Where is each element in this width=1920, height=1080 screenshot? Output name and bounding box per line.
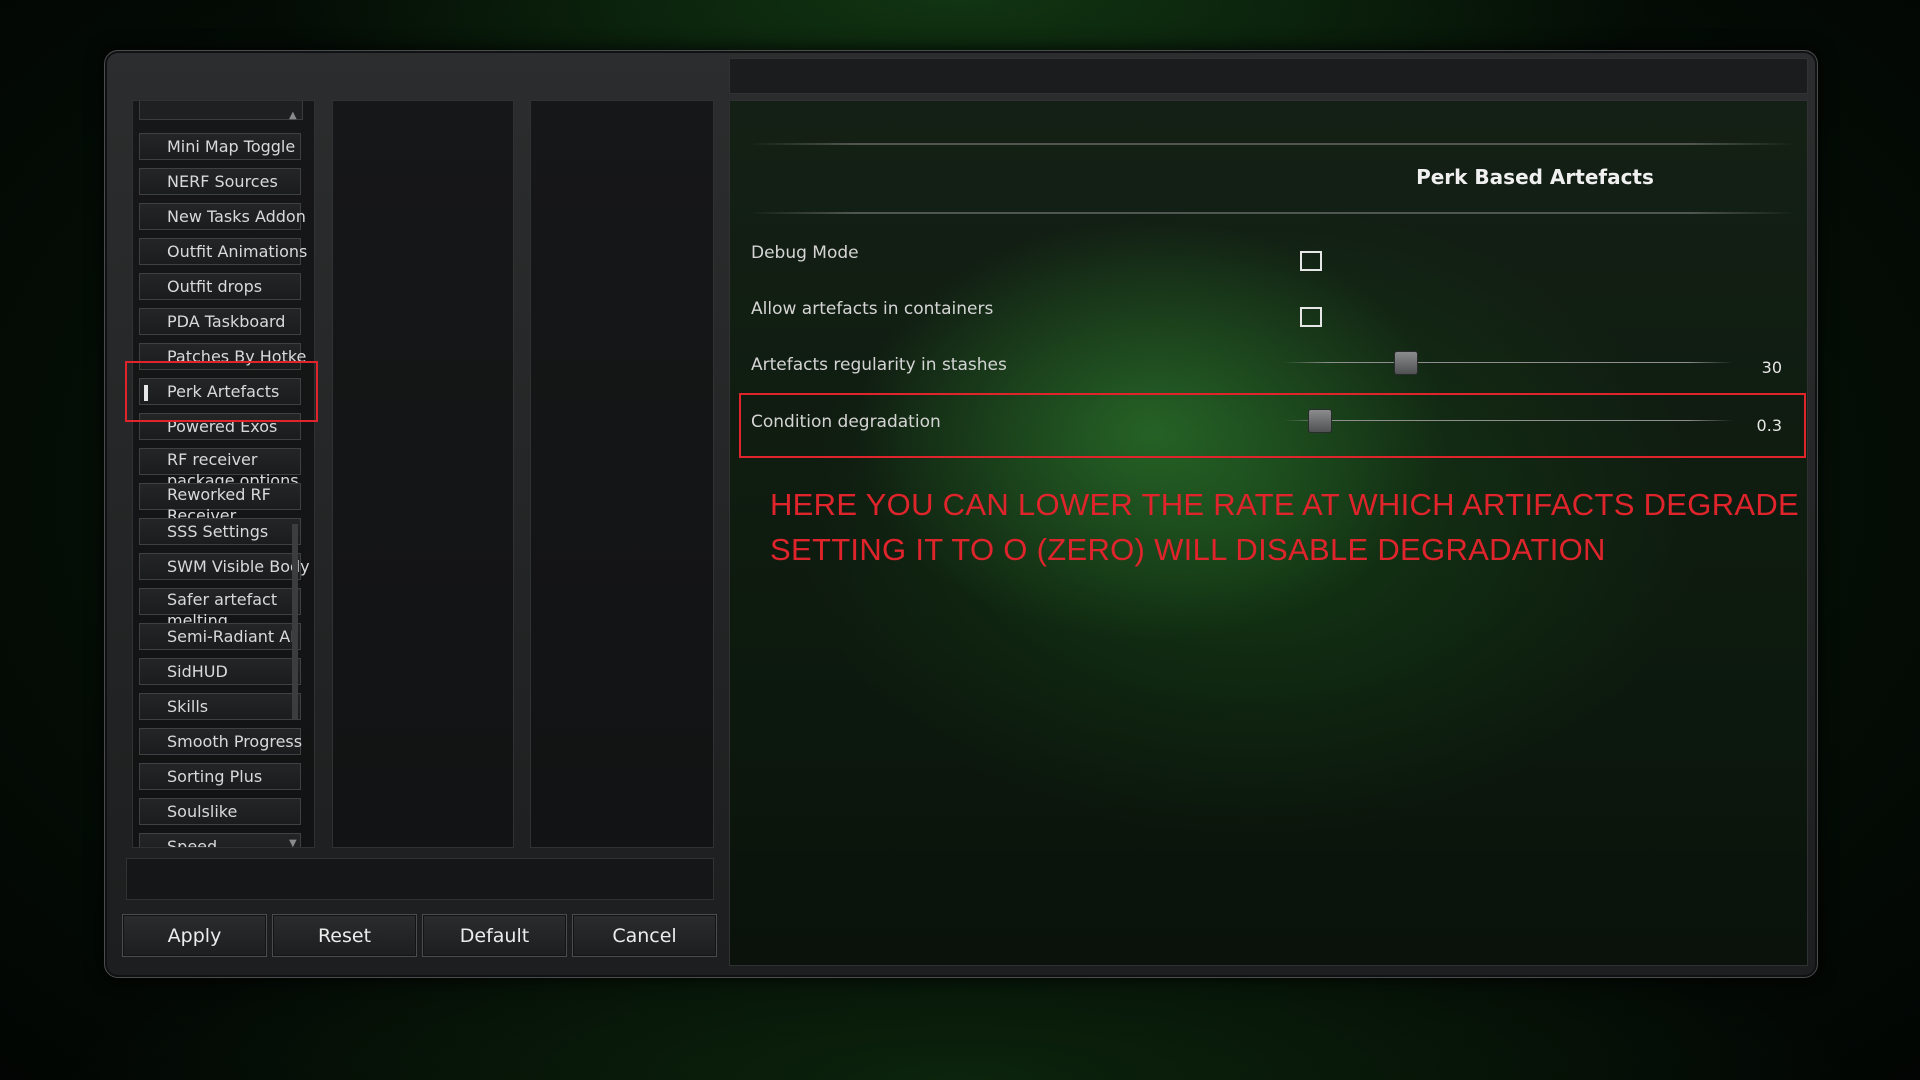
list-item-label: SWM Visible Body <box>167 557 310 576</box>
mod-item-new-tasks-addon[interactable]: New Tasks Addon <box>139 203 306 230</box>
mod-item-skills[interactable]: Skills <box>139 693 301 720</box>
regularity-slider-handle[interactable] <box>1393 351 1418 375</box>
list-item-label: SSS Settings <box>167 522 269 541</box>
cancel-button[interactable]: Cancel <box>572 914 717 957</box>
default-button[interactable]: Default <box>422 914 567 957</box>
annotation-line-1: HERE YOU CAN LOWER THE RATE AT WHICH ART… <box>770 487 1800 522</box>
debug-mode-label: Debug Mode <box>751 243 859 263</box>
list-item-label: New Tasks Addon <box>167 207 306 226</box>
list-item-label: Sorting Plus <box>167 767 263 786</box>
mod-item-safer-artefact-melting[interactable]: Safer artefact melting <box>139 588 301 630</box>
mod-item-nerf-sources[interactable]: NERF Sources <box>139 168 301 195</box>
mod-item-outfit-drops[interactable]: Outfit drops <box>139 273 301 300</box>
list-item-label: PDA Taskboard <box>167 312 286 331</box>
scroll-down-icon[interactable]: ▼ <box>289 838 297 849</box>
description-bar <box>126 858 714 900</box>
mod-list[interactable]: Mini Map Toggle NERF Sources New Tasks A… <box>132 100 315 848</box>
list-item-label: Mini Map Toggle <box>167 137 296 156</box>
debug-mode-checkbox[interactable] <box>1300 251 1322 271</box>
list-item-label: NERF Sources <box>167 172 278 191</box>
mod-item-outfit-animations[interactable]: Outfit Animations <box>139 238 307 265</box>
list-item-label: Soulslike <box>167 802 238 821</box>
mod-item-reworked-rf-receiver[interactable]: Reworked RF Receiver <box>139 483 301 525</box>
divider <box>748 143 1796 145</box>
mod-item-speed[interactable]: Speed <box>139 833 301 848</box>
list-item-partial <box>139 101 303 120</box>
list-item-label: Semi-Radiant AI <box>167 627 295 646</box>
mod-item-soulslike[interactable]: Soulslike <box>139 798 301 825</box>
list-item-label: SidHUD <box>167 662 228 681</box>
highlight-box-degradation <box>739 393 1806 458</box>
mod-item-mini-map-toggle[interactable]: Mini Map Toggle <box>139 133 301 160</box>
apply-button[interactable]: Apply <box>122 914 267 957</box>
list-item-label: Speed <box>167 837 218 848</box>
mod-list-scrollbar[interactable]: ▲ ▼ <box>289 110 298 849</box>
allow-containers-checkbox[interactable] <box>1300 307 1322 327</box>
list-item-label: Skills <box>167 697 209 716</box>
panel-header-bar <box>729 58 1808 94</box>
scroll-thumb[interactable] <box>292 524 298 720</box>
annotation-line-2: SETTING IT TO O (ZERO) WILL DISABLE DEGR… <box>770 532 1606 567</box>
mod-item-sss-settings[interactable]: SSS Settings <box>139 518 301 545</box>
mod-item-smooth-progress[interactable]: Smooth Progress <box>139 728 303 755</box>
regularity-slider[interactable] <box>1283 362 1733 363</box>
mod-item-rf-receiver-package[interactable]: RF receiver package options <box>139 448 301 490</box>
regularity-value: 30 <box>1761 358 1782 377</box>
list-item-label: Outfit Animations <box>167 242 308 261</box>
highlight-box-mod-item <box>125 361 318 422</box>
list-item-label: Outfit drops <box>167 277 263 296</box>
mod-item-pda-taskboard[interactable]: PDA Taskboard <box>139 308 301 335</box>
regularity-label: Artefacts regularity in stashes <box>751 355 1007 375</box>
allow-containers-label: Allow artefacts in containers <box>751 299 994 319</box>
sub-list-column-1[interactable] <box>332 100 514 848</box>
mod-item-sidhud[interactable]: SidHUD <box>139 658 301 685</box>
panel-title: Perk Based Artefacts <box>1416 165 1654 189</box>
list-item-label: Smooth Progress <box>167 732 303 751</box>
scroll-up-icon[interactable]: ▲ <box>289 110 297 121</box>
mod-item-sorting-plus[interactable]: Sorting Plus <box>139 763 301 790</box>
mod-item-swm-visible-body[interactable]: SWM Visible Body <box>139 553 310 580</box>
sub-list-column-2[interactable] <box>530 100 714 848</box>
reset-button[interactable]: Reset <box>272 914 417 957</box>
divider <box>748 212 1796 214</box>
mod-item-semi-radiant-ai[interactable]: Semi-Radiant AI <box>139 623 301 650</box>
